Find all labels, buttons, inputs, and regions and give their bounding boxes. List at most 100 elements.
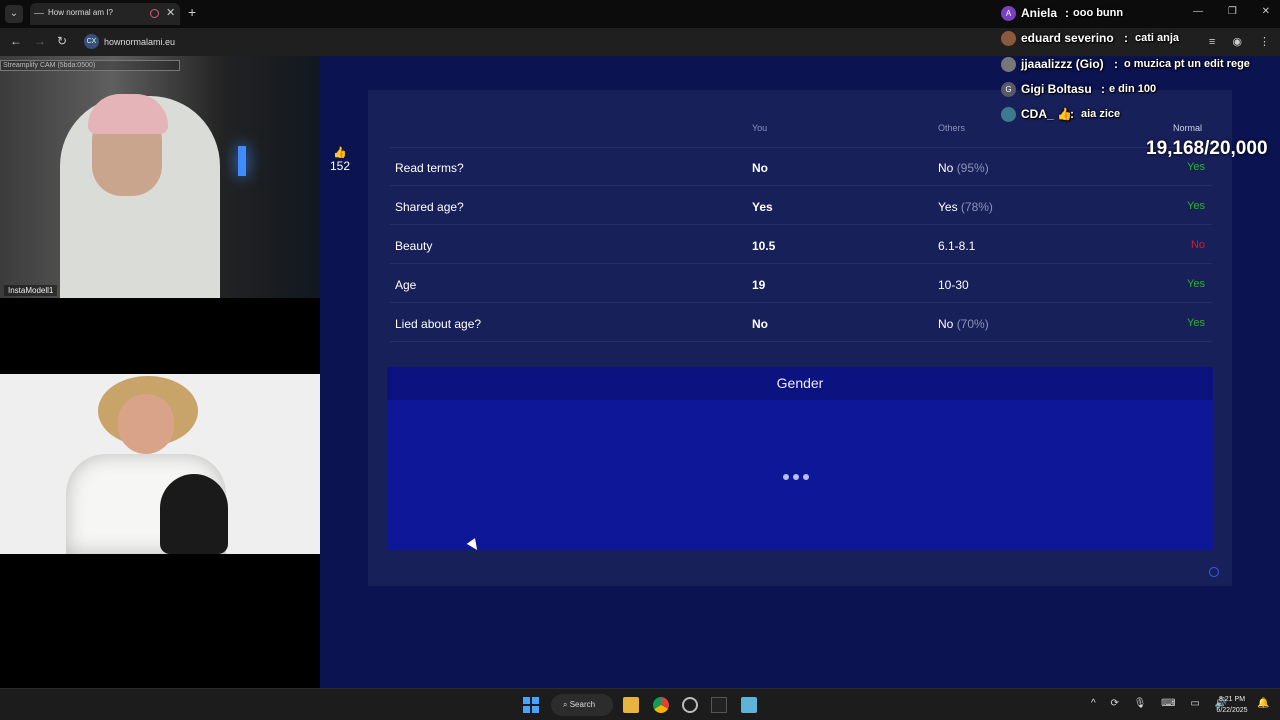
taskbar: ⌕ Search ^ ⟳ 🎙 ⌨ ▭ 🔊 8:21 PM 6/22/2025 🔔	[0, 688, 1280, 720]
blue-light	[238, 146, 246, 176]
others-value: Yes	[938, 200, 958, 214]
row-others: 10-30	[938, 278, 969, 292]
notification-icon[interactable]: 🔔	[1257, 698, 1269, 709]
column-header-normal: Normal	[1173, 123, 1203, 133]
gender-title: Gender	[776, 375, 824, 391]
search-label: Search	[569, 700, 596, 709]
person-face	[118, 394, 174, 454]
others-pct: (95%)	[956, 161, 989, 175]
table-row: Read terms? No No (95%) Yes	[390, 147, 1212, 186]
table-row: Shared age? Yes Yes (78%) Yes	[390, 186, 1212, 225]
restore-icon[interactable]: ❐	[1228, 6, 1237, 17]
window-controls: — ❐ ✕	[1171, 6, 1270, 17]
row-you: 10.5	[752, 239, 776, 253]
chat-username: CDA_ 👍	[1021, 107, 1072, 121]
recording-icon	[150, 9, 159, 18]
spinner-icon	[1209, 567, 1219, 577]
chat-username: jjaaalizzz (Gio)	[1021, 57, 1104, 71]
file-explorer-icon[interactable]	[623, 697, 639, 713]
others-pct: (70%)	[956, 317, 989, 331]
clock[interactable]: 8:21 PM 6/22/2025	[1212, 694, 1252, 716]
notepad-icon[interactable]	[741, 697, 757, 713]
row-you: 19	[752, 278, 766, 292]
chat-colon: :	[1065, 6, 1069, 20]
chat-text: cati anja	[1135, 32, 1180, 44]
others-value: 10-30	[938, 278, 969, 292]
toolbar-icons: ≡ ◉ ⋮	[1195, 35, 1270, 48]
site-info-icon[interactable]: CX	[84, 34, 99, 49]
tab-title: How normal am I?	[48, 8, 113, 17]
chat-username: eduard severino	[1021, 31, 1114, 45]
thumbs-up-icon[interactable]: 👍	[326, 146, 354, 159]
row-normal: Yes	[1187, 317, 1205, 329]
row-others: No (95%)	[938, 161, 989, 175]
others-value: No	[938, 161, 954, 175]
row-normal: No	[1190, 239, 1205, 251]
media-controls-icon[interactable]: ≡	[1209, 36, 1215, 48]
webcam-streamer: Streamplify CAM (5bda:0500) InstaModell1	[0, 56, 320, 298]
chat-avatar	[1001, 107, 1016, 122]
terminal-icon[interactable]	[711, 697, 727, 713]
cam-label: InstaModell1	[4, 285, 58, 296]
others-value: 6.1-8.1	[938, 239, 976, 253]
chat-username: Aniela	[1021, 6, 1058, 20]
network-icon[interactable]: ▭	[1190, 698, 1199, 709]
loading-dots-icon	[783, 467, 813, 485]
forward-icon[interactable]: →	[34, 34, 46, 48]
tab-search-button[interactable]: ⌄	[5, 5, 23, 23]
row-question: Beauty	[395, 239, 433, 253]
tab-close-icon[interactable]: ✕	[166, 6, 175, 19]
chat-text: ooo bunn	[1073, 7, 1124, 19]
others-pct: (78%)	[960, 200, 993, 214]
menu-icon[interactable]: ⋮	[1259, 36, 1270, 48]
row-others: No (70%)	[938, 317, 989, 331]
close-window-icon[interactable]: ✕	[1262, 6, 1270, 17]
row-others: Yes (78%)	[938, 200, 993, 214]
back-icon[interactable]: ←	[10, 34, 22, 48]
app-icon[interactable]	[682, 697, 698, 713]
table-row: Lied about age? No No (70%) Yes	[390, 303, 1212, 342]
cam-source-header: Streamplify CAM (5bda:0500)	[0, 60, 180, 71]
chat-username: Gigi Boltasu	[1021, 82, 1092, 96]
reload-icon[interactable]: ↻	[57, 34, 67, 48]
dog	[160, 474, 228, 554]
table-row: Age 19 10-30 Yes	[390, 264, 1212, 303]
row-question: Age	[395, 278, 417, 292]
browser-tab[interactable]: How normal am I? ✕	[30, 3, 180, 25]
tab-favicon-icon	[34, 13, 44, 14]
gender-section: Gender	[387, 367, 1213, 550]
likes-count: 152	[329, 159, 351, 173]
row-normal: Yes	[1187, 200, 1205, 212]
keyboard-icon[interactable]: ⌨	[1161, 698, 1175, 709]
others-value: No	[938, 317, 954, 331]
row-you: Yes	[752, 200, 773, 214]
row-normal: Yes	[1187, 161, 1205, 173]
cam-bottom-area	[0, 554, 320, 688]
taskbar-search[interactable]: ⌕ Search	[551, 694, 613, 716]
clock-date: 6/22/2025	[1216, 707, 1248, 714]
chat-colon: :	[1114, 57, 1118, 71]
new-tab-button[interactable]: +	[188, 4, 196, 20]
cam-gap	[0, 298, 320, 374]
chat-text: aia zice	[1081, 108, 1121, 120]
webcam-video	[0, 374, 320, 554]
chat-text: e din 100	[1109, 83, 1157, 95]
chat-text: o muzica pt un edit rege	[1124, 58, 1250, 70]
windows-start-icon[interactable]	[523, 697, 539, 713]
minimize-icon[interactable]: —	[1193, 6, 1203, 17]
profile-icon[interactable]: ◉	[1232, 36, 1242, 48]
row-question: Read terms?	[395, 161, 464, 175]
chat-avatar: G	[1001, 82, 1016, 97]
url-field[interactable]: hownormalami.eu	[104, 37, 175, 47]
chrome-icon[interactable]	[653, 697, 669, 713]
sync-icon[interactable]: ⟳	[1110, 698, 1118, 709]
chat-avatar	[1001, 31, 1016, 46]
chat-avatar: A	[1001, 6, 1016, 21]
chat-avatar	[1001, 57, 1016, 72]
row-you: No	[752, 161, 768, 175]
table-row: Beauty 10.5 6.1-8.1 No	[390, 225, 1212, 264]
clock-time: 8:21 PM	[1218, 696, 1246, 703]
like-counter[interactable]: 👍 152	[326, 146, 354, 173]
chevron-up-icon[interactable]: ^	[1091, 698, 1096, 709]
microphone-icon[interactable]: 🎙	[1134, 698, 1147, 709]
